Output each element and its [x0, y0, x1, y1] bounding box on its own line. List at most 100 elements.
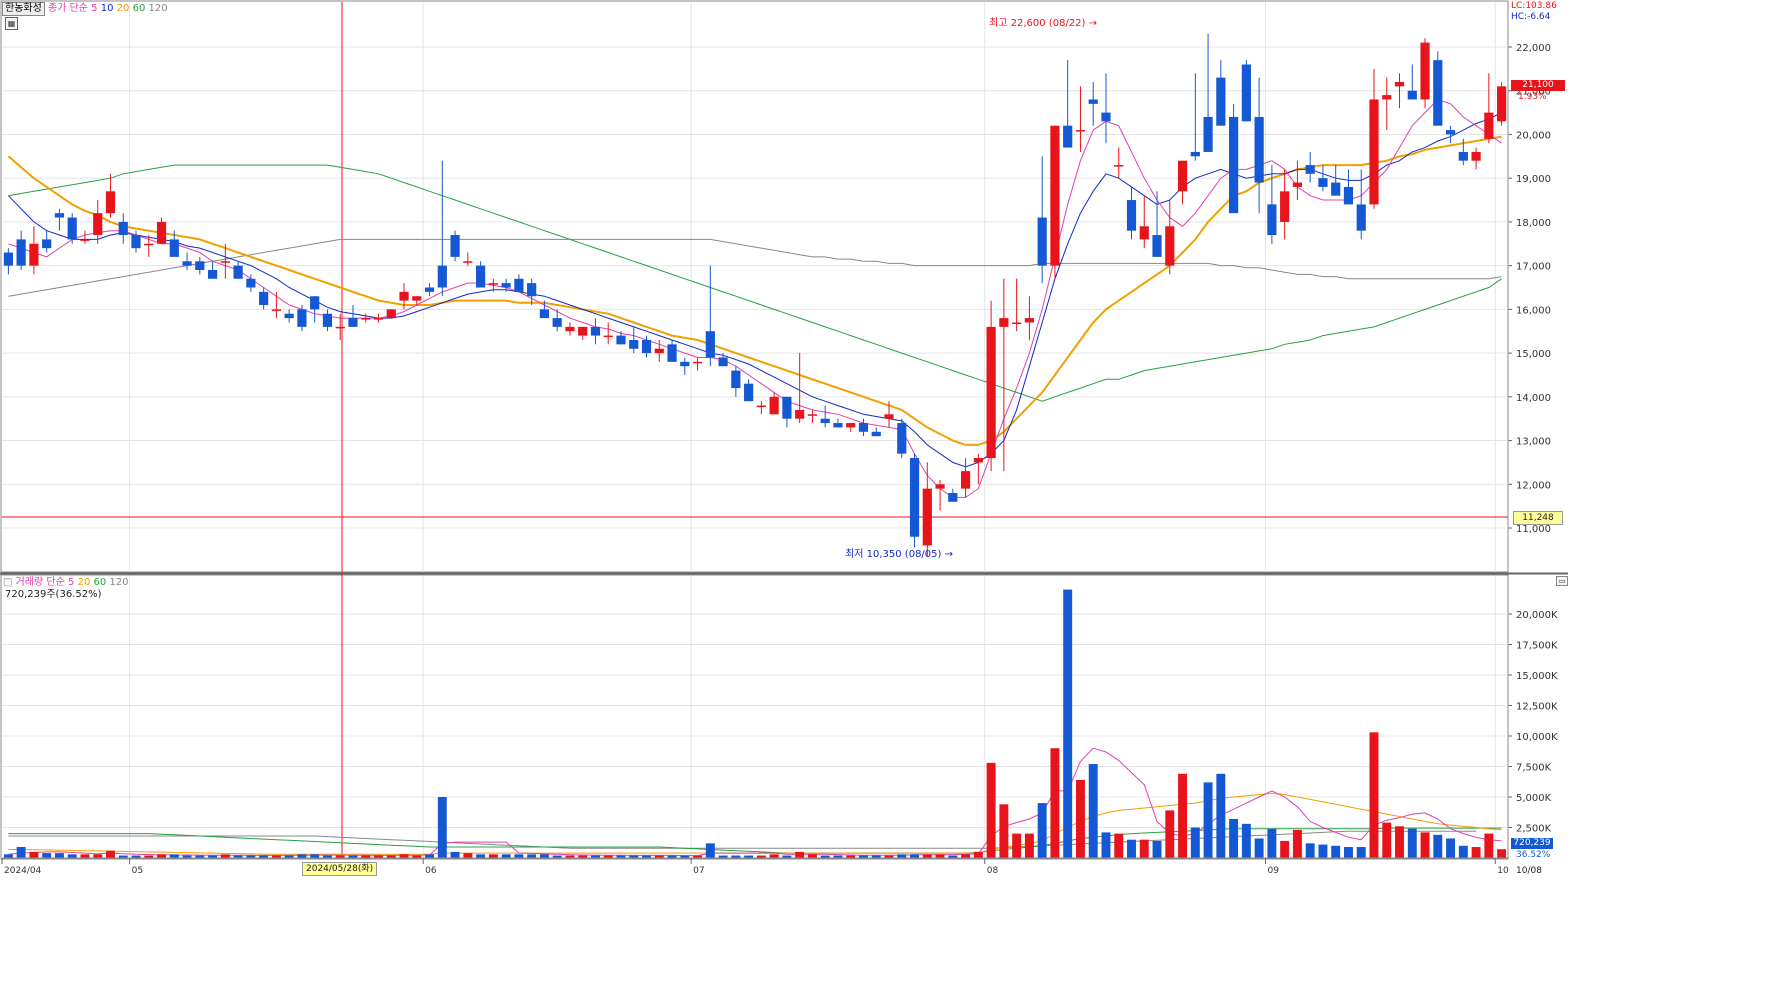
candle-body	[476, 265, 486, 288]
candle-body	[182, 261, 192, 266]
current-change: 1.93%	[1518, 92, 1547, 102]
volume-bar	[1497, 849, 1507, 858]
candle-body	[820, 418, 830, 424]
current-volume-pct: 36.52%	[1516, 850, 1551, 860]
candle-body	[1050, 125, 1060, 266]
candle-body	[1280, 191, 1290, 222]
candle-body	[909, 458, 920, 537]
vol-legend-ma60: 60	[93, 577, 107, 588]
volume-bar	[1254, 838, 1264, 858]
volume-bar	[425, 854, 435, 858]
candle-body	[922, 488, 932, 546]
volume-tick-label: 12,500K	[1516, 702, 1558, 713]
candle-body	[1063, 125, 1073, 148]
date-label: 10	[1497, 866, 1509, 876]
volume-bar	[999, 804, 1009, 858]
volume-bar	[1433, 834, 1443, 858]
volume-bar	[1229, 818, 1239, 858]
volume-bar	[1139, 839, 1149, 858]
candle-body	[220, 261, 230, 263]
volume-bar	[1458, 845, 1468, 858]
candle-body	[1114, 165, 1124, 167]
candle-body	[322, 313, 333, 327]
stock-name[interactable]: 한농화성	[2, 2, 45, 16]
candle-body	[297, 309, 307, 327]
price-tick-label: 19,000	[1516, 174, 1551, 185]
candle-body	[1126, 200, 1137, 231]
volume-bar	[1280, 840, 1290, 858]
volume-tick-label: 7,500K	[1516, 763, 1552, 774]
candle-body	[731, 370, 741, 389]
high-annotation: 최고 22,600 (08/22) →	[989, 17, 1097, 29]
candle-body	[960, 471, 971, 489]
candle-body	[1305, 165, 1315, 174]
volume-tick-label: 20,000K	[1516, 610, 1558, 621]
volume-tick-label: 5,000K	[1516, 793, 1552, 804]
date-label: 09	[1268, 866, 1280, 876]
volume-bar	[476, 854, 486, 858]
hc-label: HC:-6.64	[1511, 12, 1551, 22]
candle-body	[3, 252, 13, 266]
volume-bar	[1331, 845, 1341, 858]
candle-body	[1012, 322, 1022, 324]
volume-bar	[1037, 803, 1047, 858]
volume-bar	[1292, 829, 1302, 858]
candle-body	[858, 423, 869, 432]
volume-bar	[220, 854, 230, 858]
candle-body	[1139, 226, 1149, 240]
volume-bar	[67, 854, 77, 858]
volume-bar	[1075, 779, 1085, 858]
volume-tick-label: 2,500K	[1516, 824, 1552, 835]
candle-body	[437, 265, 447, 288]
volume-bar	[310, 854, 320, 858]
panel-menu-icon[interactable]: ▭	[1556, 576, 1568, 586]
legend-ma5: 5	[91, 3, 98, 14]
volume-bar	[1152, 840, 1162, 858]
legend-ma10: 10	[100, 3, 114, 14]
candle-body	[54, 213, 65, 218]
volume-bar	[807, 854, 817, 858]
candle-body	[1101, 112, 1111, 122]
candle-body	[207, 270, 218, 279]
candle-body	[1292, 182, 1303, 187]
date-label: 05	[132, 866, 143, 876]
candle-body	[195, 261, 205, 271]
volume-bar	[514, 854, 524, 858]
candle-body	[373, 318, 384, 320]
grid-icon[interactable]: ▦	[5, 17, 18, 30]
volume-bar	[1241, 823, 1251, 858]
volume-bar	[1395, 826, 1404, 858]
vol-legend-ma20: 20	[77, 577, 91, 588]
candle-body	[1088, 99, 1098, 104]
candle-body	[412, 296, 422, 301]
candle-body	[1037, 217, 1047, 266]
candle-body	[310, 296, 320, 310]
candle-body	[1420, 42, 1430, 100]
chart-background	[0, 0, 1568, 879]
candle-body	[1343, 186, 1354, 205]
volume-tick-label: 15,000K	[1516, 671, 1558, 682]
candle-body	[1229, 116, 1239, 214]
volume-tick-label: 10,000K	[1516, 732, 1558, 743]
candle-body	[654, 348, 664, 354]
candle-body	[514, 278, 524, 292]
candle-body	[680, 361, 690, 367]
vol-legend-ma5: 5	[68, 577, 75, 588]
volume-bar	[961, 854, 971, 858]
volume-bar	[80, 854, 90, 858]
candle-body	[169, 239, 179, 257]
candle-body	[565, 326, 575, 332]
volume-bar	[29, 851, 39, 858]
price-tick-label: 13,000	[1516, 437, 1551, 448]
crosshair-date-tag: 2024/05/28(화)	[302, 862, 378, 876]
candle-body	[578, 326, 588, 336]
candle-body	[1024, 318, 1034, 323]
candlestick-chart[interactable]: 11,000 12,000 13,000 14,000 15,000 16,000 17,0…	[0, 0, 1568, 879]
candle-body	[144, 243, 154, 246]
candle-body	[539, 309, 550, 319]
volume-bar	[1343, 847, 1353, 858]
checkbox-icon[interactable]: □	[3, 577, 12, 588]
date-label: 07	[693, 866, 704, 876]
price-legend-label: 종가 단순	[48, 3, 88, 14]
candle-body	[1433, 60, 1443, 126]
